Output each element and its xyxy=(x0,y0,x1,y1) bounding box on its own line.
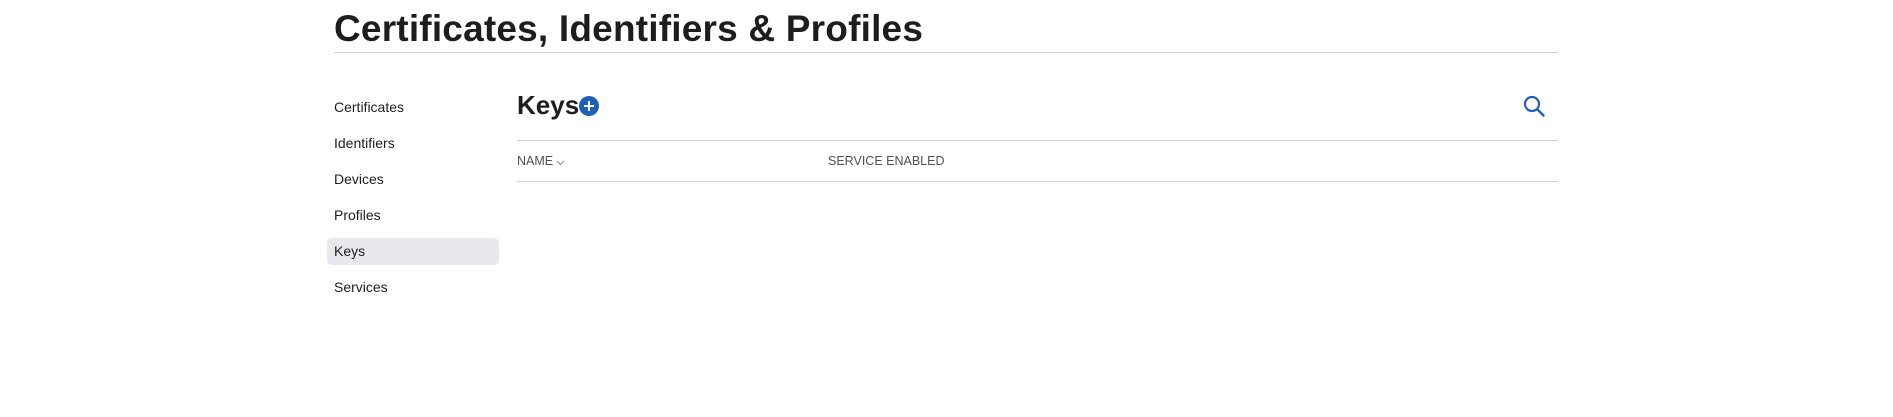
plus-circle-icon xyxy=(584,101,594,111)
sidebar: Certificates Identifiers Devices Profile… xyxy=(327,94,499,310)
table-header: NAME SERVICE ENABLED xyxy=(517,141,1558,182)
chevron-down-icon xyxy=(556,155,565,169)
add-key-button[interactable] xyxy=(579,96,599,116)
page-title: Certificates, Identifiers & Profiles xyxy=(334,8,924,49)
sidebar-item-certificates[interactable]: Certificates xyxy=(327,94,499,121)
column-header-service-enabled: SERVICE ENABLED xyxy=(828,154,945,168)
main-content: Keys NAME SERVICE ENABLED xyxy=(517,84,1558,182)
sidebar-item-profiles[interactable]: Profiles xyxy=(327,202,499,229)
search-icon xyxy=(1523,95,1545,117)
sidebar-item-keys[interactable]: Keys xyxy=(327,238,499,265)
sidebar-item-services[interactable]: Services xyxy=(327,274,499,301)
column-header-name[interactable]: NAME xyxy=(517,154,565,169)
page: Certificates, Identifiers & Profiles Cer… xyxy=(0,0,1893,417)
sidebar-item-identifiers[interactable]: Identifiers xyxy=(327,130,499,157)
page-header: Certificates, Identifiers & Profiles xyxy=(334,0,1558,53)
sidebar-item-devices[interactable]: Devices xyxy=(327,166,499,193)
section-title: Keys xyxy=(517,90,580,120)
column-header-name-label: NAME xyxy=(517,154,554,168)
section-header: Keys xyxy=(517,84,1558,141)
search-button[interactable] xyxy=(1522,94,1546,118)
